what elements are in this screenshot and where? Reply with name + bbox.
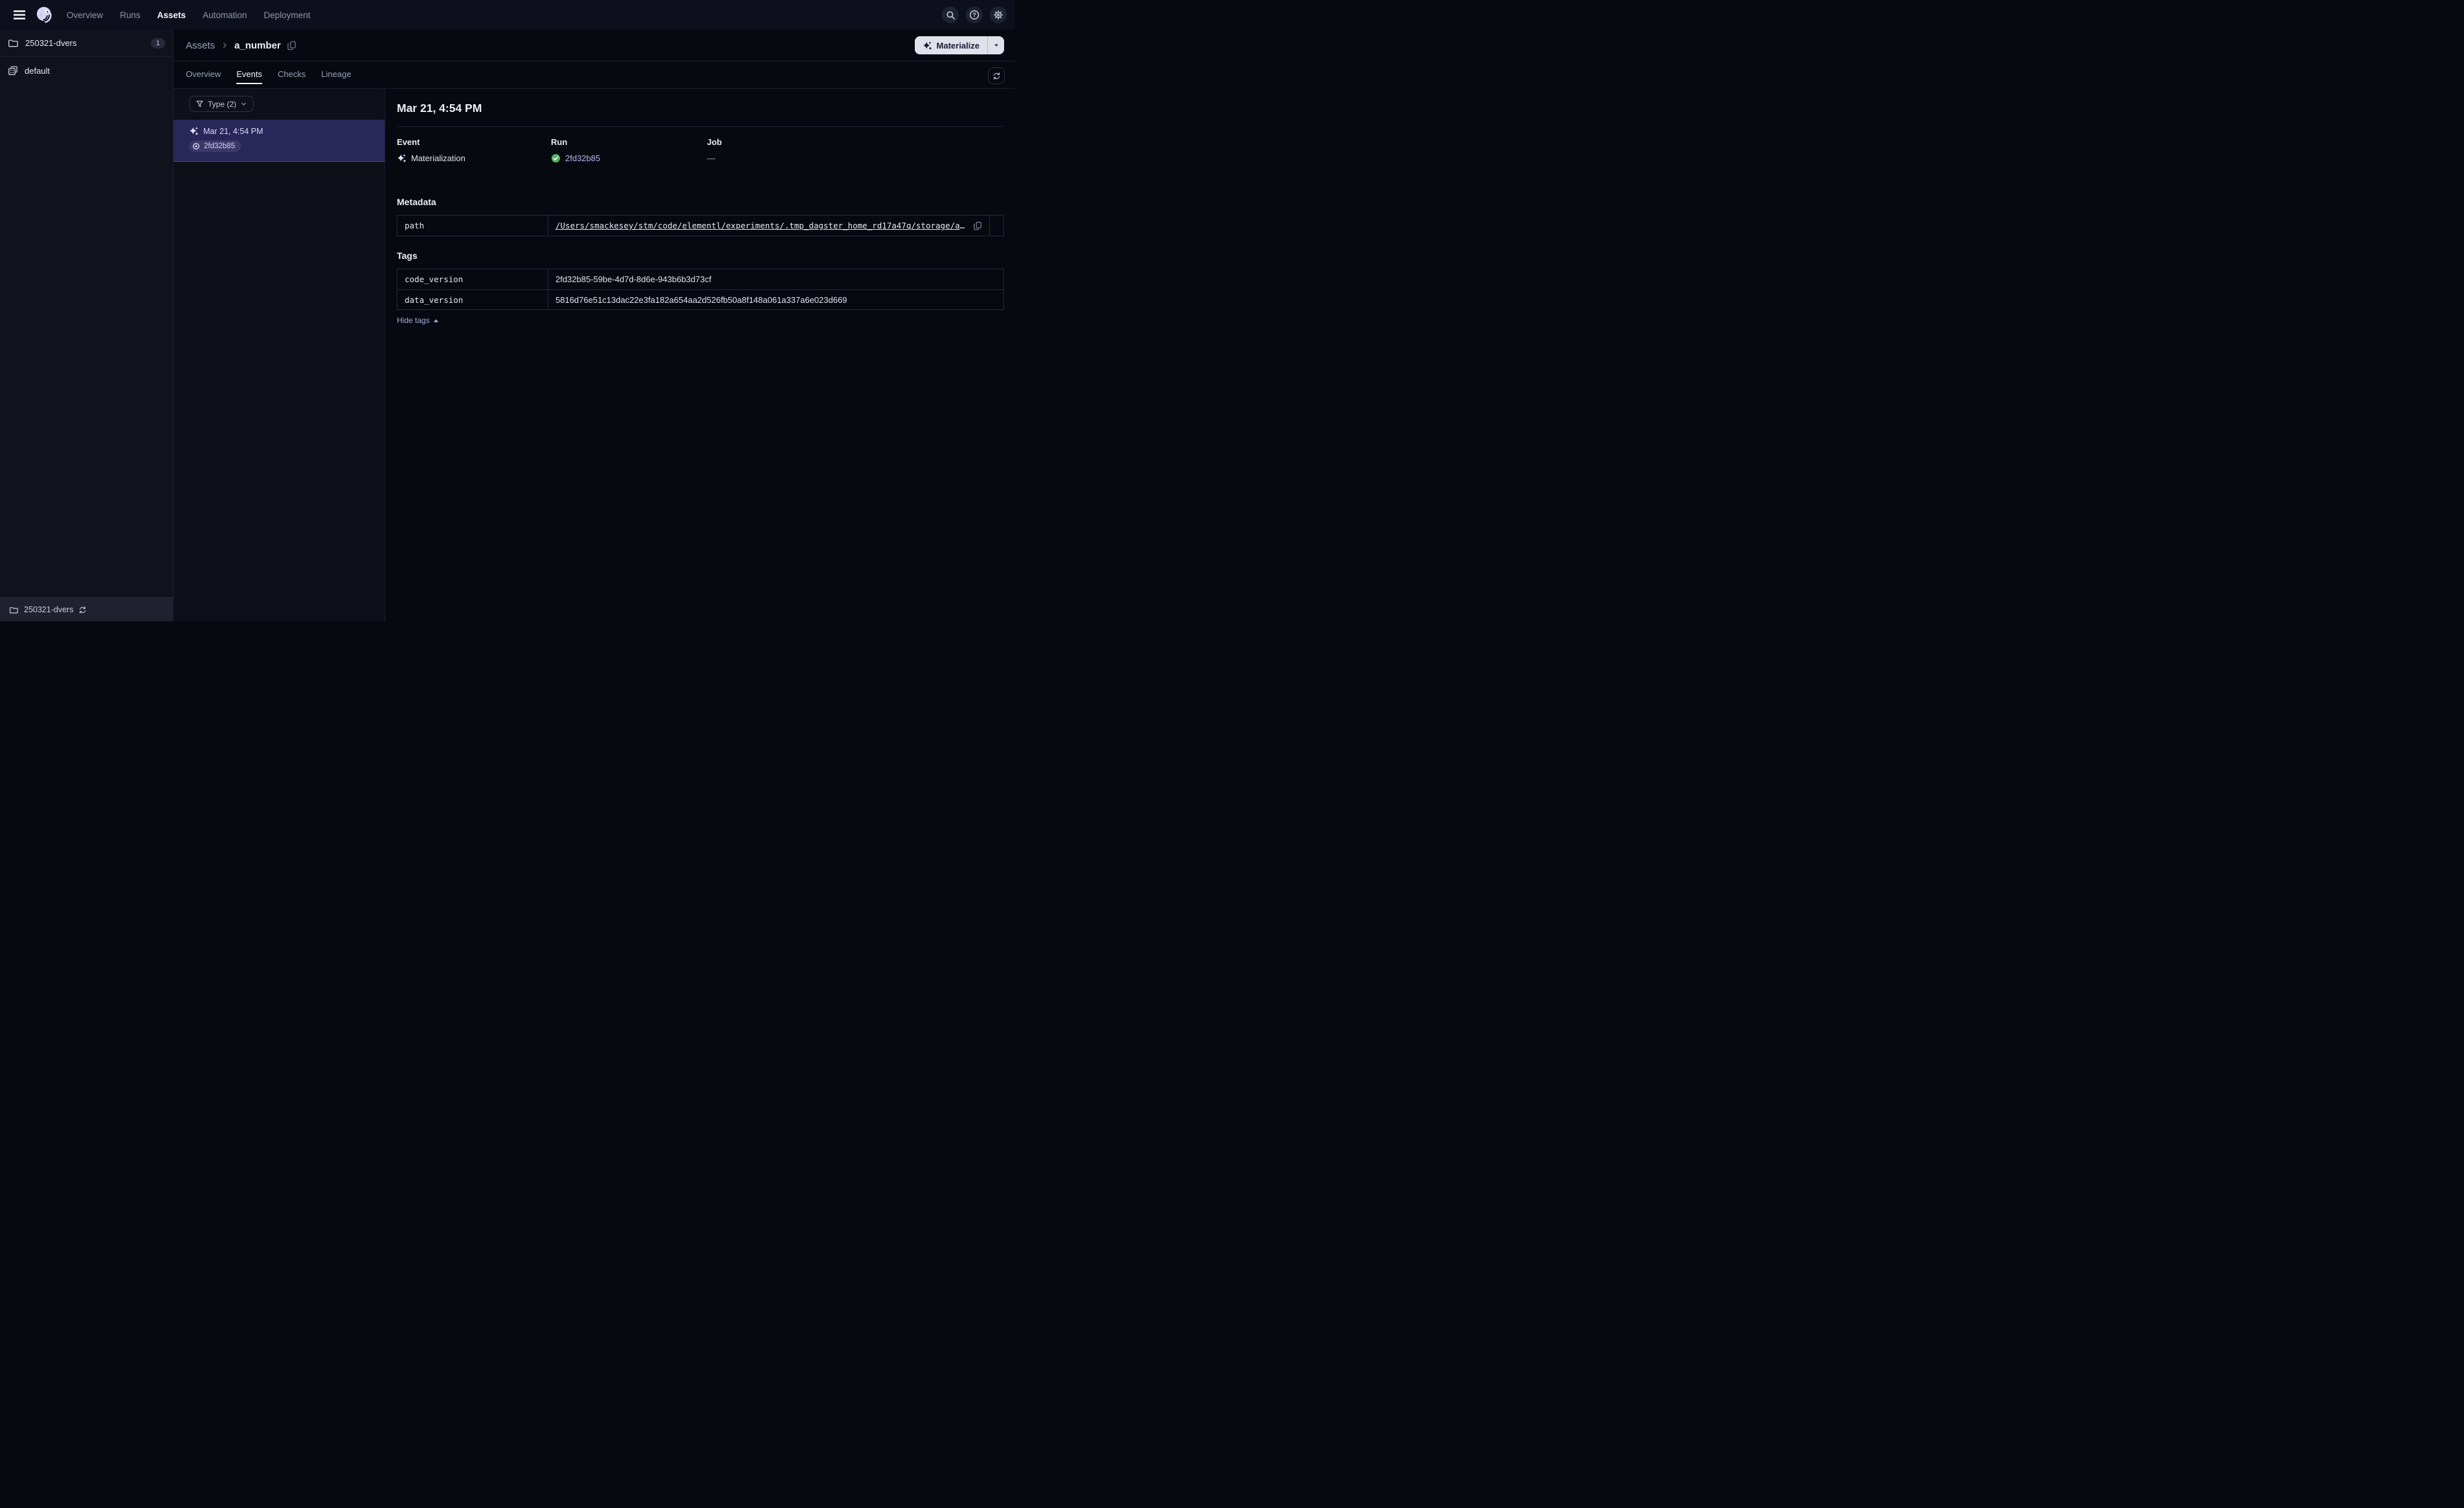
- refresh-icon: [993, 72, 1000, 80]
- event-list-item-selected[interactable]: Mar 21, 4:54 PM 2fd32b85: [174, 120, 385, 162]
- help-button[interactable]: ?: [966, 6, 983, 23]
- tag-key: data_version: [398, 290, 548, 309]
- event-detail-panel: Mar 21, 4:54 PM Event Run Job Materializ…: [385, 89, 1015, 621]
- asset-tabs-row: Overview Events Checks Lineage: [174, 61, 1015, 89]
- nav-item-automation[interactable]: Automation: [203, 10, 247, 20]
- event-timestamp: Mar 21, 4:54 PM: [203, 126, 263, 136]
- metadata-heading: Metadata: [397, 197, 436, 207]
- asset-page-header: Assets a_number Materialize: [174, 30, 1015, 61]
- event-type-filter-button[interactable]: Type (2): [189, 96, 254, 112]
- nav-item-runs[interactable]: Runs: [120, 10, 140, 20]
- sidebar-item-group-default[interactable]: default: [0, 57, 173, 84]
- materialization-sparkle-icon: [189, 126, 199, 136]
- asset-count-badge: 1: [150, 38, 165, 49]
- asset-group-icon: [8, 65, 18, 76]
- event-type-value: Materialization: [397, 153, 551, 163]
- materialize-dropdown-button[interactable]: [987, 36, 1004, 54]
- help-icon: ?: [969, 10, 980, 20]
- settings-button[interactable]: [990, 6, 1007, 23]
- hamburger-menu-button[interactable]: [8, 4, 30, 26]
- run-id-link-label: 2fd32b85: [565, 153, 601, 163]
- hamburger-icon: [14, 10, 25, 19]
- tag-value: 5816d76e51c13dac22e3fa182a654aa2d526fb50…: [555, 294, 847, 305]
- search-icon: [946, 10, 955, 19]
- tab-checks[interactable]: Checks: [278, 69, 306, 84]
- caret-up-icon: [433, 318, 438, 322]
- asset-tabs: Overview Events Checks Lineage: [186, 69, 352, 84]
- page-title-asset-key: a_number: [234, 39, 281, 51]
- hide-tags-toggle[interactable]: Hide tags: [397, 316, 439, 325]
- event-type-label: Materialization: [411, 153, 465, 163]
- nav-item-deployment[interactable]: Deployment: [263, 10, 310, 20]
- event-column-label: Event: [397, 137, 420, 147]
- sparkle-icon: [923, 41, 932, 50]
- table-row: code_version 2fd32b85-59be-4d7d-8d6e-943…: [398, 269, 1003, 289]
- top-nav: Overview Runs Assets Automation Deployme…: [0, 0, 1015, 30]
- copy-icon: [974, 221, 981, 230]
- search-button[interactable]: [942, 6, 959, 23]
- tab-events[interactable]: Events: [236, 69, 262, 84]
- sidebar-item-label: default: [25, 65, 50, 76]
- metadata-actions-cell: [989, 216, 1003, 236]
- events-filter-row: Type (2): [174, 89, 385, 112]
- chevron-down-icon: [240, 100, 247, 107]
- metadata-value: /Users/smackesey/stm/code/elementl/exper…: [548, 216, 989, 236]
- asset-catalog-sidebar: 250321-dvers 1 default 250321-dvers: [0, 30, 174, 621]
- job-value: —: [707, 153, 715, 163]
- copy-path-button[interactable]: [973, 221, 982, 230]
- run-link[interactable]: 2fd32b85: [551, 153, 707, 163]
- materialize-label: Materialize: [936, 40, 980, 50]
- dagster-logo-icon[interactable]: [34, 5, 54, 25]
- tag-key: code_version: [398, 269, 548, 289]
- folder-icon: [8, 38, 19, 48]
- copy-icon: [287, 41, 296, 50]
- sidebar-footer-code-location[interactable]: 250321-dvers: [0, 597, 173, 621]
- table-row: data_version 5816d76e51c13dac22e3fa182a6…: [398, 289, 1003, 309]
- tab-lineage[interactable]: Lineage: [321, 69, 351, 84]
- footer-location-label: 250321-dvers: [24, 605, 74, 614]
- tag-value: 2fd32b85-59be-4d7d-8d6e-943b6b3d73cf: [555, 274, 711, 284]
- metadata-table: path /Users/smackesey/stm/code/elementl/…: [397, 215, 1004, 236]
- materialize-button[interactable]: Materialize: [915, 36, 987, 54]
- sidebar-item-code-location[interactable]: 250321-dvers 1: [0, 30, 173, 57]
- sidebar-item-label: 250321-dvers: [25, 38, 77, 48]
- detail-divider: [397, 126, 1004, 127]
- tab-overview[interactable]: Overview: [186, 69, 221, 84]
- run-id-label: 2fd32b85: [204, 142, 235, 150]
- topnav-actions: ?: [942, 6, 1007, 23]
- svg-text:?: ?: [972, 12, 976, 18]
- folder-icon: [9, 606, 19, 614]
- breadcrumb: Assets a_number: [186, 40, 297, 51]
- tags-table: code_version 2fd32b85-59be-4d7d-8d6e-943…: [397, 269, 1004, 310]
- breadcrumb-assets-link[interactable]: Assets: [186, 40, 215, 51]
- run-column-label: Run: [551, 137, 568, 147]
- copy-asset-key-button[interactable]: [287, 41, 297, 50]
- event-type-filter-label: Type (2): [208, 99, 237, 109]
- hide-tags-label: Hide tags: [397, 316, 430, 325]
- primary-nav: Overview Runs Assets Automation Deployme…: [67, 10, 310, 20]
- metadata-key: path: [398, 216, 548, 236]
- path-link[interactable]: /Users/smackesey/stm/code/elementl/exper…: [555, 221, 969, 230]
- nav-item-assets[interactable]: Assets: [157, 10, 186, 20]
- event-summary-grid: Event Run Job Materialization 2fd32b85 —: [397, 137, 1004, 163]
- nav-item-overview[interactable]: Overview: [67, 10, 103, 20]
- event-detail-title: Mar 21, 4:54 PM: [397, 102, 482, 115]
- run-status-target-icon: [192, 142, 200, 150]
- events-list-panel: Type (2) Mar 21, 4:54 PM 2fd32b85: [174, 89, 385, 621]
- job-column-label: Job: [707, 137, 722, 147]
- gear-icon: [994, 10, 1003, 19]
- materialize-split-button: Materialize: [914, 36, 1004, 54]
- caret-down-icon: [994, 44, 998, 47]
- reload-location-icon[interactable]: [78, 606, 87, 614]
- chevron-right-icon: [221, 41, 229, 49]
- table-row: path /Users/smackesey/stm/code/elementl/…: [398, 216, 1003, 236]
- tags-heading: Tags: [397, 250, 418, 261]
- run-success-check-icon: [551, 153, 561, 163]
- filter-funnel-icon: [196, 100, 203, 107]
- run-id-pill[interactable]: 2fd32b85: [189, 140, 241, 152]
- materialization-sparkle-icon: [397, 153, 407, 163]
- refresh-events-button[interactable]: [988, 67, 1005, 84]
